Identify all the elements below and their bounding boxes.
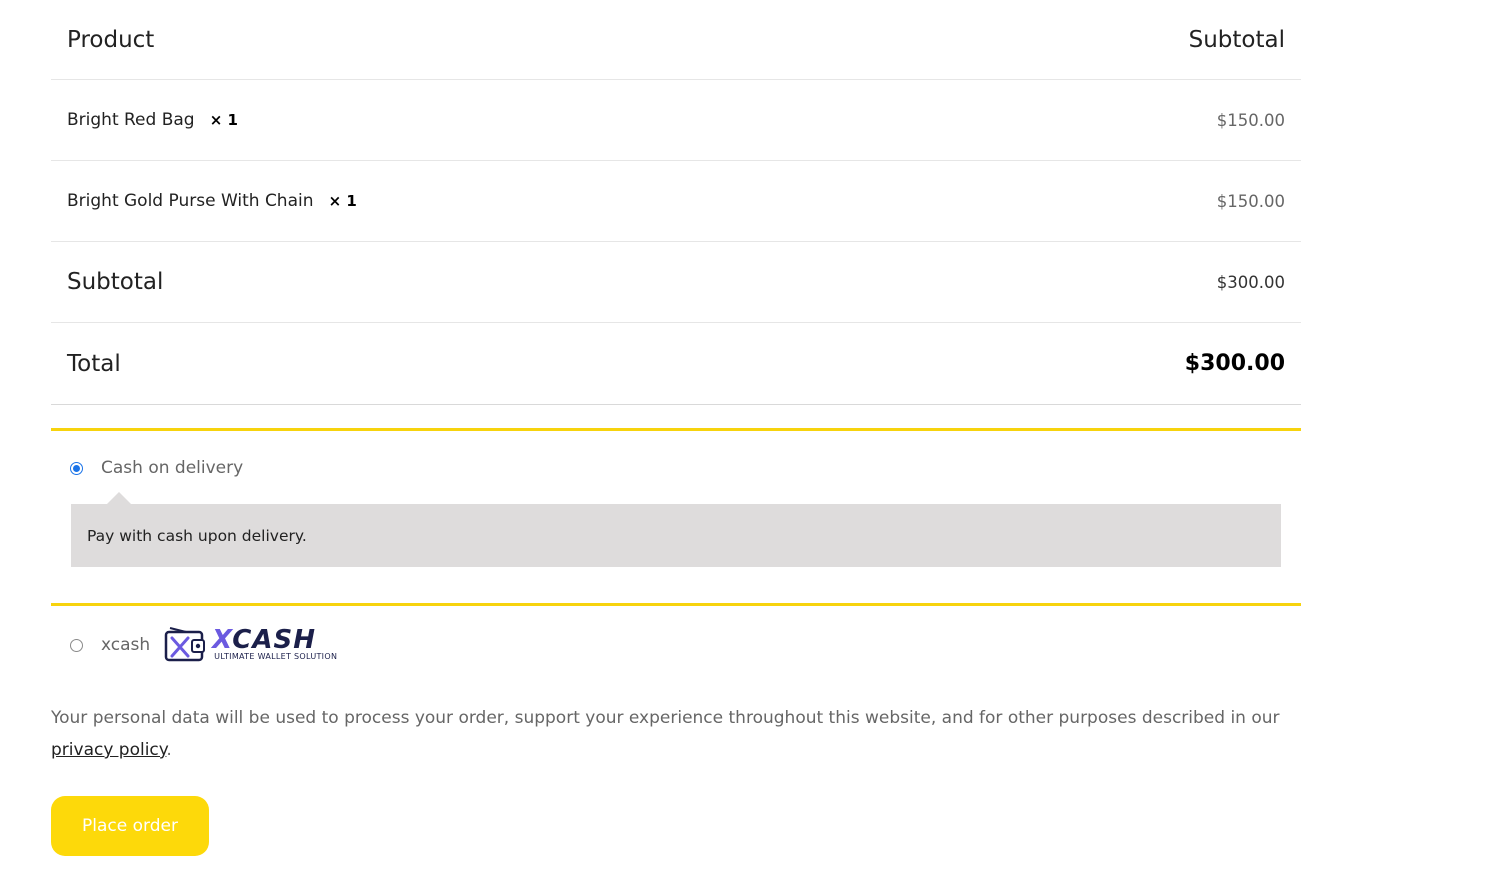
payment-method-divider (51, 603, 1301, 606)
item-quantity: × 1 (209, 111, 238, 129)
cod-label: Cash on delivery (101, 458, 244, 478)
subtotal-row: Subtotal $300.00 (51, 242, 1301, 323)
xcash-radio-button[interactable] (70, 638, 83, 652)
item-name: Bright Gold Purse With Chain (67, 191, 314, 211)
table-row: Bright Red Bag × 1 $150.00 (51, 80, 1301, 161)
product-column-header: Product (67, 26, 155, 53)
xcash-label: xcash (101, 635, 151, 655)
wallet-icon (164, 627, 206, 662)
table-row: Bright Gold Purse With Chain × 1 $150.00 (51, 161, 1301, 242)
xcash-tagline: ULTIMATE WALLET SOLUTION (214, 652, 338, 661)
item-price: $150.00 (1216, 191, 1285, 211)
item-name: Bright Red Bag (67, 110, 195, 130)
xcash-logo-text: XCASH ULTIMATE WALLET SOLUTION (212, 625, 338, 662)
xcash-logo: XCASH ULTIMATE WALLET SOLUTION (164, 626, 337, 664)
privacy-period: . (166, 740, 172, 760)
total-row: Total $300.00 (51, 323, 1301, 405)
cod-description-box: Pay with cash upon delivery. (71, 492, 1281, 567)
item-quantity: × 1 (328, 192, 357, 210)
subtotal-label: Subtotal (67, 269, 164, 295)
payment-option-cod[interactable]: Cash on delivery (70, 458, 243, 478)
cart-item: Bright Gold Purse With Chain × 1 (67, 191, 357, 211)
total-value: $300.00 (1184, 351, 1285, 376)
total-label: Total (67, 350, 121, 377)
privacy-policy-link[interactable]: privacy policy (51, 740, 166, 760)
privacy-text: Your personal data will be used to proce… (51, 708, 1280, 728)
payment-option-xcash[interactable]: xcash XCASH ULTIMATE WALLET SOLUTION (70, 626, 337, 664)
item-price: $150.00 (1216, 110, 1285, 130)
xcash-wordmark: XCASH (212, 625, 316, 655)
cart-item: Bright Red Bag × 1 (67, 110, 238, 130)
payment-method-divider (51, 428, 1301, 431)
place-order-button[interactable]: Place order (51, 796, 209, 856)
order-review-table: Product Subtotal Bright Red Bag × 1 $150… (51, 0, 1301, 405)
cod-radio-button[interactable] (70, 461, 83, 475)
cod-description: Pay with cash upon delivery. (87, 526, 307, 545)
subtotal-column-header: Subtotal (1188, 26, 1285, 53)
subtotal-value: $300.00 (1216, 272, 1285, 292)
table-header-row: Product Subtotal (51, 0, 1301, 80)
privacy-notice: Your personal data will be used to proce… (51, 702, 1301, 766)
